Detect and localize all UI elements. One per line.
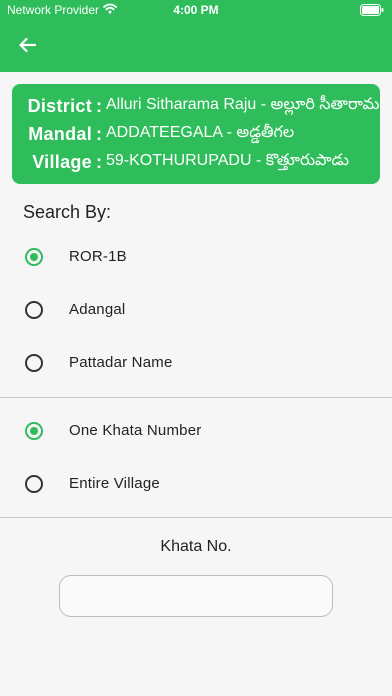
battery-icon (360, 4, 384, 19)
radio-label-adangal: Adangal (69, 301, 126, 318)
section-divider (0, 397, 392, 398)
radio-label-ror-1b: ROR-1B (69, 248, 127, 265)
village-label: Village (32, 151, 92, 172)
khata-number-input[interactable] (59, 575, 333, 617)
radio-option-one-khata-number[interactable]: One Khata Number (0, 411, 392, 451)
app-header: Network Provider 4:00 PM (0, 0, 392, 72)
mandal-value: ADDATEEGALA - అడ్డతీగల (106, 124, 295, 141)
radio-label-entire-village: Entire Village (69, 475, 160, 492)
district-row: District : Alluri Sitharama Raju - అల్లూ… (12, 92, 380, 120)
arrow-left-icon (18, 37, 37, 58)
location-info-card: District : Alluri Sitharama Raju - అల్లూ… (12, 84, 380, 184)
radio-unselected-icon[interactable] (25, 475, 43, 493)
radio-label-one-khata-number: One Khata Number (69, 422, 202, 439)
status-bar: Network Provider 4:00 PM (0, 0, 392, 22)
village-row: Village : 59-KOTHURUPADU - కొత్తూరుపాడు (12, 148, 380, 176)
status-time: 4:00 PM (173, 3, 219, 17)
radio-selected-icon[interactable] (25, 422, 43, 440)
radio-selected-icon[interactable] (25, 248, 43, 266)
status-right (360, 4, 384, 19)
mandal-row: Mandal : ADDATEEGALA - అడ్డతీగల (12, 120, 380, 148)
radio-option-adangal[interactable]: Adangal (0, 290, 392, 330)
district-label: District (27, 95, 92, 116)
radio-option-ror-1b[interactable]: ROR-1B (0, 237, 392, 277)
section-divider (0, 517, 392, 518)
district-value: Alluri Sitharama Raju - అల్లూరి సీతారామ … (106, 96, 380, 113)
back-button[interactable] (14, 36, 40, 58)
mandal-separator: : (96, 123, 102, 144)
village-separator: : (96, 151, 102, 172)
mandal-label: Mandal (28, 123, 92, 144)
radio-label-pattadar-name: Pattadar Name (69, 354, 173, 371)
radio-option-entire-village[interactable]: Entire Village (0, 464, 392, 504)
search-by-title: Search By: (23, 202, 112, 222)
radio-unselected-icon[interactable] (25, 301, 43, 319)
khata-number-label: Khata No. (160, 538, 232, 555)
radio-unselected-icon[interactable] (25, 354, 43, 372)
village-value: 59-KOTHURUPADU - కొత్తూరుపాడు (106, 152, 349, 169)
radio-option-pattadar-name[interactable]: Pattadar Name (0, 343, 392, 383)
district-separator: : (96, 95, 102, 116)
